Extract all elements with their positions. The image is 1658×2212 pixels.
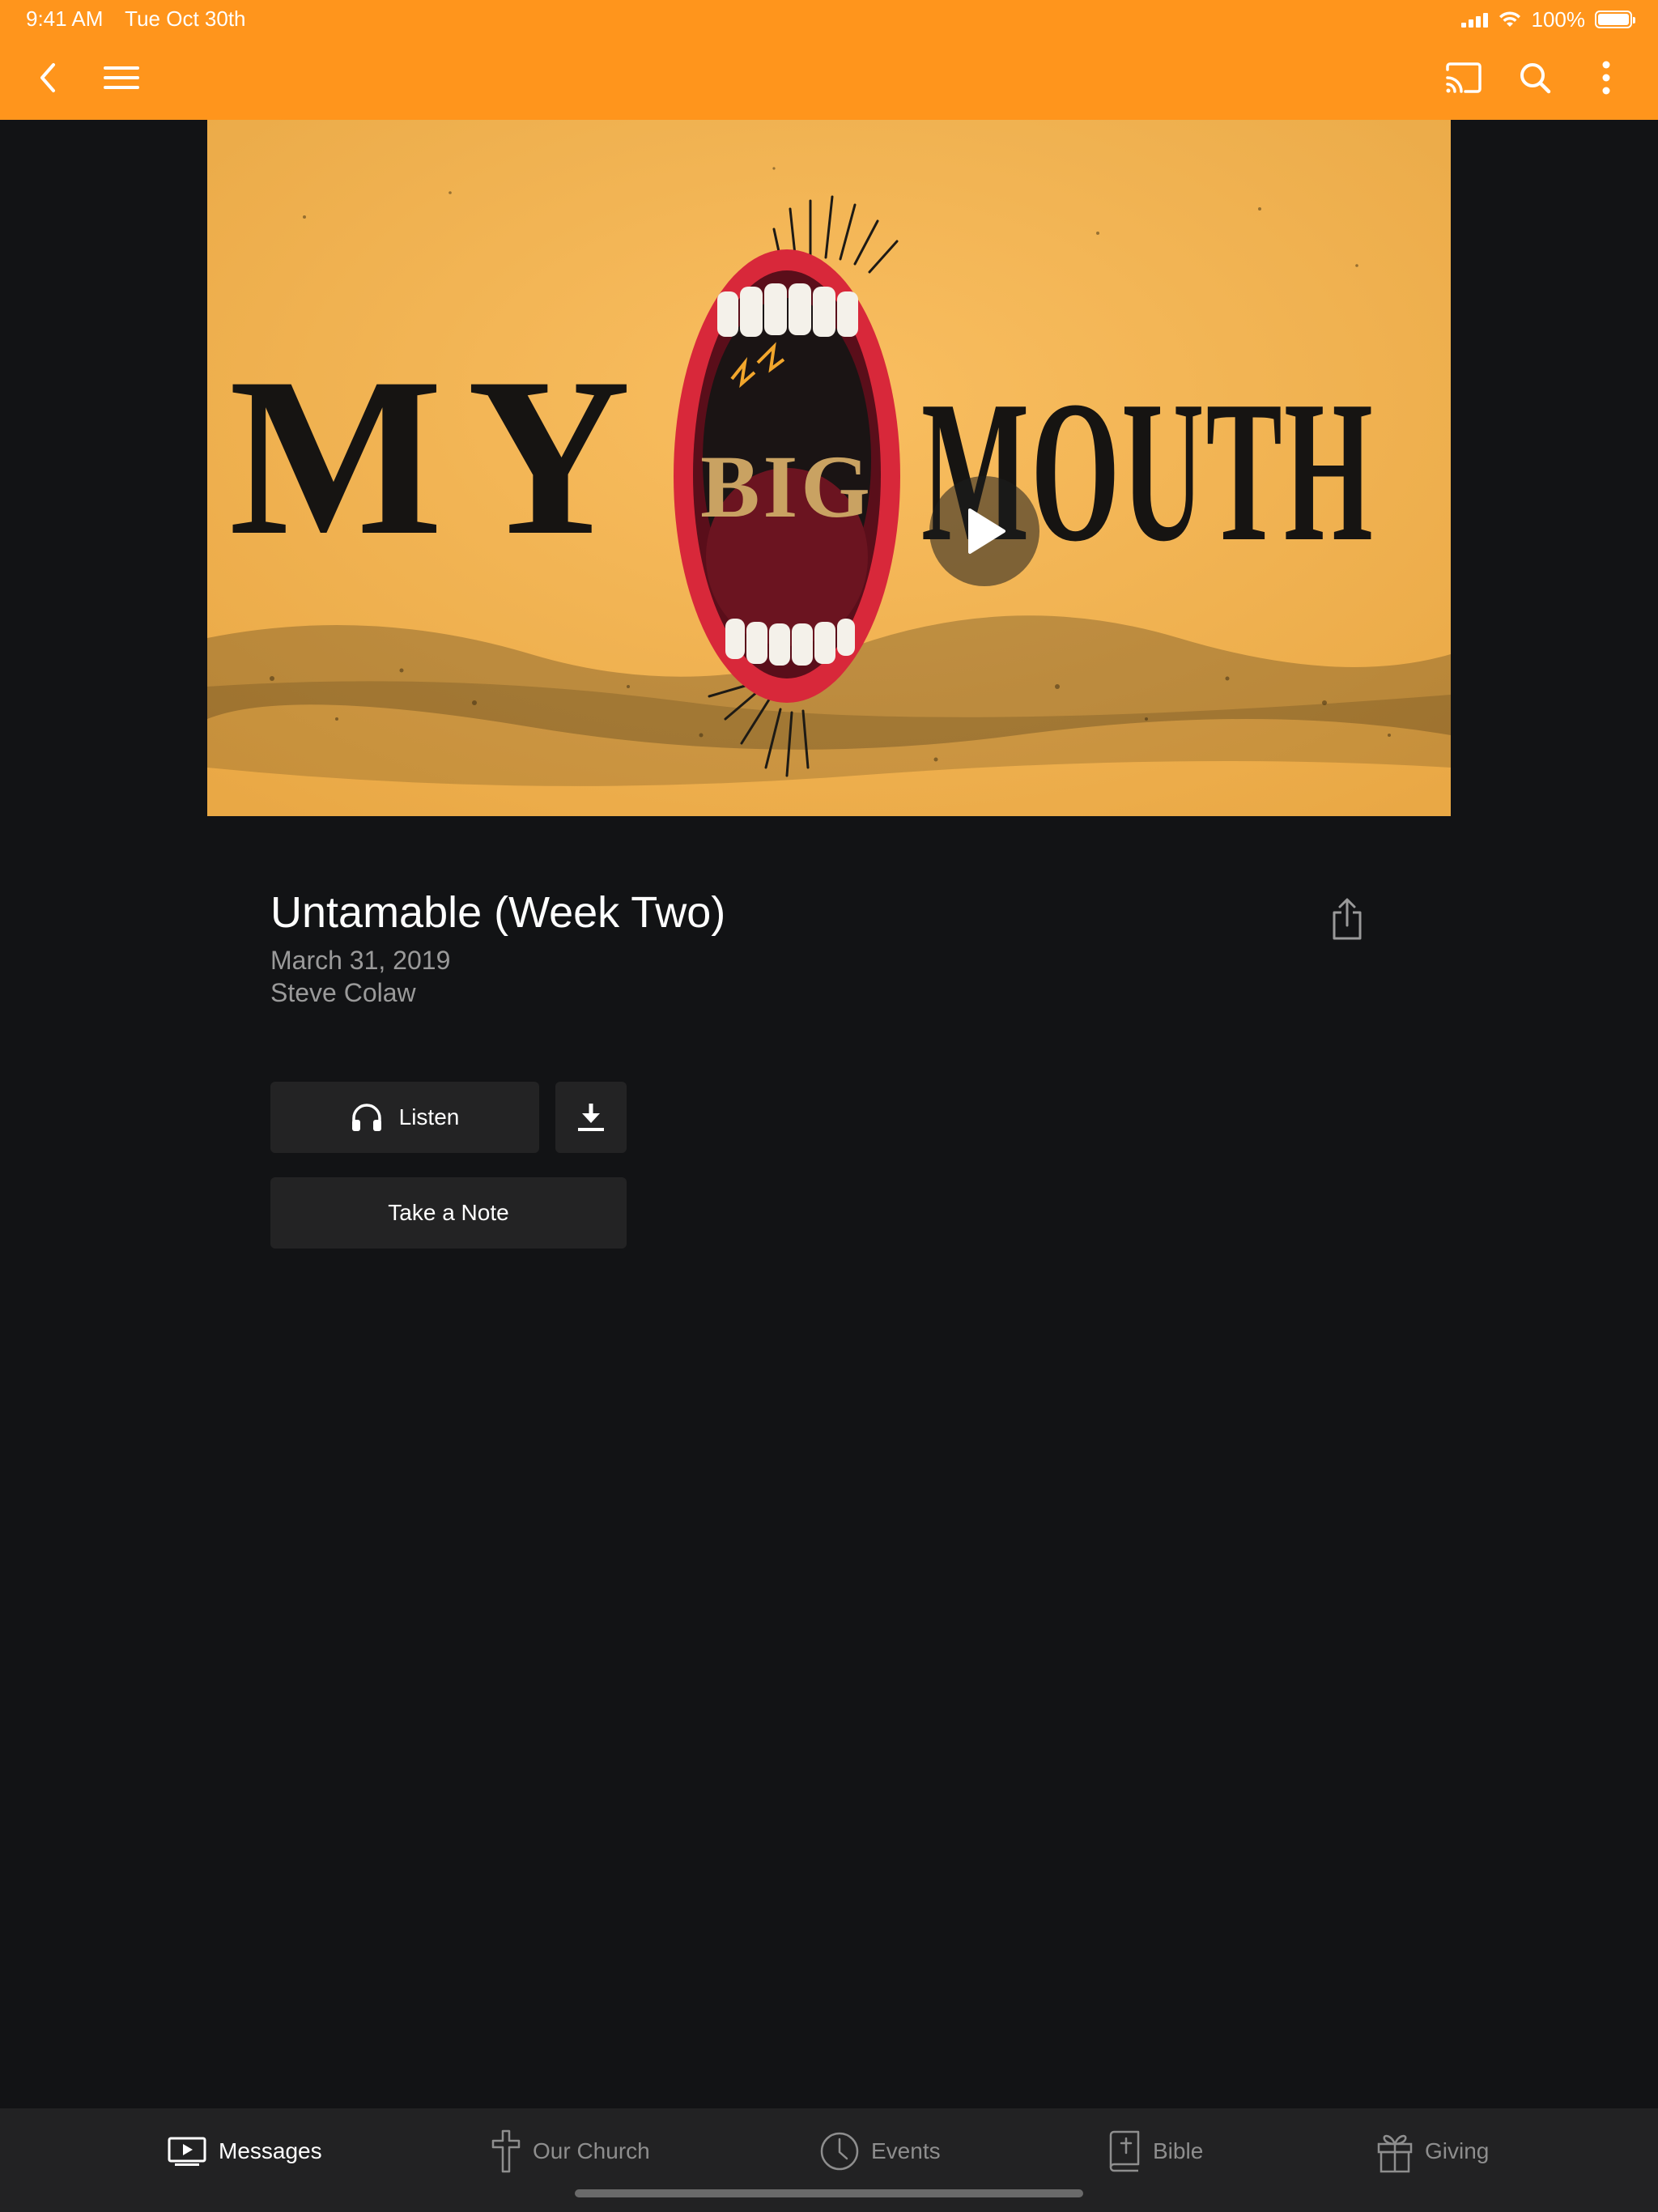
share-icon bbox=[1333, 898, 1362, 940]
sermon-artwork[interactable]: MY MOUTH BIG bbox=[207, 120, 1451, 816]
play-video-button[interactable] bbox=[929, 476, 1039, 586]
tab-events[interactable]: Events bbox=[819, 2123, 941, 2180]
back-button[interactable] bbox=[23, 52, 74, 104]
wifi-icon bbox=[1499, 11, 1520, 27]
battery-icon bbox=[1595, 11, 1635, 28]
tab-giving[interactable]: Giving bbox=[1376, 2123, 1489, 2180]
app-screen: 9:41 AM Tue Oct 30th 100% MY MOUTH BIG U… bbox=[0, 0, 1658, 2212]
video-icon bbox=[168, 2137, 206, 2166]
more-vertical-icon bbox=[1602, 61, 1610, 95]
status-bar-left: 9:41 AM Tue Oct 30th bbox=[26, 6, 262, 32]
cast-button[interactable] bbox=[1438, 52, 1490, 104]
search-icon bbox=[1520, 63, 1551, 94]
message-title: Untamable (Week Two) bbox=[270, 888, 726, 937]
artwork-word-my: MY bbox=[229, 330, 655, 582]
message-speaker: Steve Colaw bbox=[270, 978, 416, 1007]
menu-button[interactable] bbox=[96, 52, 147, 104]
bible-icon bbox=[1109, 2130, 1140, 2172]
tab-bible-label: Bible bbox=[1153, 2138, 1204, 2163]
tab-events-label: Events bbox=[871, 2138, 941, 2163]
cast-icon bbox=[1446, 62, 1482, 93]
take-a-note-button[interactable]: Take a Note bbox=[270, 1177, 627, 1249]
artwork-word-big: BIG bbox=[700, 437, 874, 536]
menu-icon bbox=[104, 66, 139, 89]
tab-giving-label: Giving bbox=[1425, 2138, 1490, 2163]
share-button[interactable] bbox=[1324, 891, 1370, 949]
download-button[interactable] bbox=[555, 1082, 627, 1153]
tab-our-church-label: Our Church bbox=[533, 2138, 650, 2163]
headphones-icon bbox=[351, 1104, 381, 1131]
tab-messages[interactable]: Messages bbox=[167, 2123, 322, 2180]
back-icon bbox=[40, 63, 55, 92]
message-date: March 31, 2019 bbox=[270, 946, 451, 975]
battery-percentage: 100% bbox=[1531, 6, 1586, 32]
play-icon bbox=[968, 508, 1005, 554]
tab-messages-label: Messages bbox=[219, 2138, 322, 2163]
tab-bible[interactable]: Bible bbox=[1107, 2123, 1203, 2180]
listen-label: Listen bbox=[398, 1104, 460, 1129]
gift-icon bbox=[1377, 2134, 1413, 2173]
clock-icon bbox=[820, 2132, 859, 2171]
home-indicator[interactable] bbox=[575, 2189, 1083, 2197]
listen-button[interactable]: Listen bbox=[270, 1082, 539, 1153]
status-time: 9:41 AM bbox=[26, 6, 104, 31]
download-icon bbox=[578, 1104, 604, 1131]
cross-icon bbox=[491, 2129, 521, 2173]
more-options-button[interactable] bbox=[1580, 52, 1632, 104]
status-date: Tue Oct 30th bbox=[125, 6, 246, 31]
tab-our-church[interactable]: Our Church bbox=[491, 2123, 650, 2180]
top-app-bar: 9:41 AM Tue Oct 30th 100% bbox=[0, 0, 1658, 120]
search-button[interactable] bbox=[1509, 52, 1561, 104]
status-bar-right: 100% bbox=[1460, 5, 1635, 34]
sermon-artwork-graphic: MY MOUTH BIG bbox=[207, 120, 1451, 816]
take-a-note-label: Take a Note bbox=[388, 1200, 509, 1225]
cellular-signal-icon bbox=[1460, 11, 1488, 28]
